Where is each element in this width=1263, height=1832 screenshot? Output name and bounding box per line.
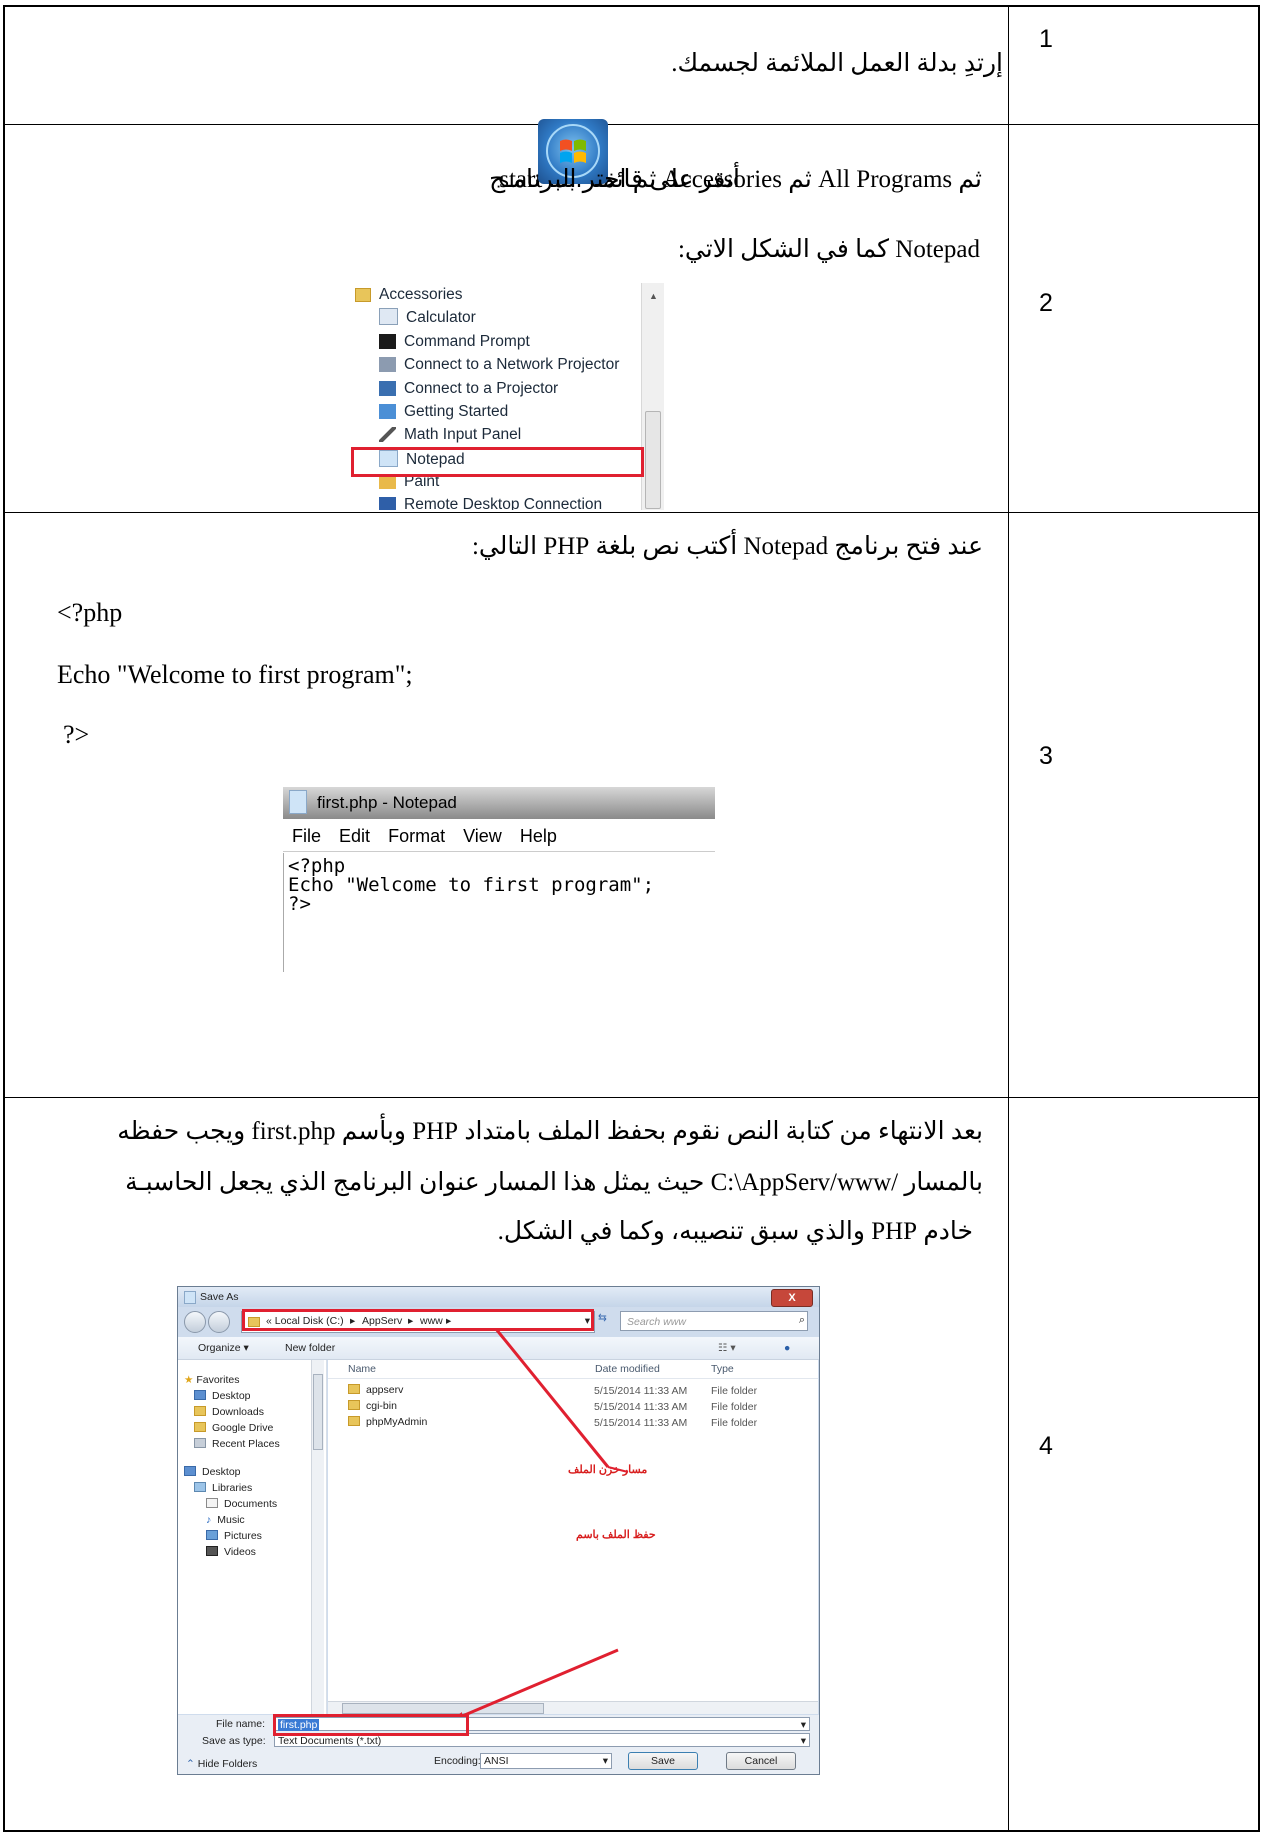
step-number-1: 1 (1039, 25, 1053, 53)
code-line-1: <?php (57, 598, 123, 627)
cancel-button[interactable]: Cancel (726, 1752, 796, 1770)
row-divider (5, 512, 1258, 513)
menu-edit[interactable]: Edit (339, 826, 370, 846)
notepad-editor[interactable]: <?php Echo "Welcome to first program"; ?… (283, 853, 715, 972)
notepad-window: first.php - Notepad File Edit Format Vie… (283, 787, 715, 972)
step-3-intro: عند فتح برنامج Notepad أكتب نص بلغة PHP … (471, 533, 983, 560)
menu-file[interactable]: File (292, 826, 321, 846)
row-divider (5, 124, 1258, 125)
scroll-thumb[interactable] (645, 411, 661, 509)
menu-help[interactable]: Help (520, 826, 557, 846)
annotation-arrows (448, 1328, 629, 1725)
step-number-3: 3 (1039, 742, 1053, 770)
scroll-up-icon: ▲ (649, 291, 658, 301)
menu-item-command-prompt[interactable]: Command Prompt (379, 331, 530, 353)
menu-format[interactable]: Format (388, 826, 445, 846)
menu-view[interactable]: View (463, 826, 502, 846)
code-line-3: ?> (63, 720, 90, 749)
arrow-to-path (494, 1328, 610, 1468)
filename-highlight-box (273, 1714, 469, 1736)
menu-item-accessories[interactable]: Accessories (355, 284, 463, 306)
step-number-2: 2 (1039, 289, 1053, 317)
save-as-dialog: Save As X « Local Disk (C:) ▸ AppServ ▸ … (177, 1286, 820, 1775)
step-number-4: 4 (1039, 1432, 1053, 1460)
remote-desktop-icon (379, 497, 396, 510)
notepad-icon (289, 790, 307, 814)
notepad-titlebar: first.php - Notepad (283, 787, 715, 819)
menu-item-calculator[interactable]: Calculator (379, 307, 476, 329)
console-icon (379, 334, 396, 349)
chevron-down-icon: ▾ (800, 1735, 806, 1747)
hide-folders-button[interactable]: ⌃ Hide Folders (186, 1758, 257, 1770)
pen-icon (379, 427, 396, 442)
projector-icon (379, 381, 396, 396)
arrow-to-path-tail (607, 1466, 629, 1473)
menu-item-math-input[interactable]: Math Input Panel (379, 424, 521, 446)
menu-scrollbar[interactable]: ▲ (641, 283, 664, 510)
step-4-line-2: بالمسار /C:\AppServ/www حيث يمثل هذا الم… (125, 1169, 983, 1196)
step-2-text-c: Notepad كما في الشكل الاتي: (677, 236, 980, 263)
calculator-icon (379, 308, 398, 325)
step-4-line-1: بعد الانتهاء من كتابة النص نقوم بحفظ الم… (117, 1118, 983, 1145)
step-2-text-b: ثم All Programs ثم Accessories ثم اختر ا… (489, 166, 982, 193)
chevron-down-icon: ▾ (602, 1755, 608, 1767)
getting-started-icon (379, 404, 396, 419)
folder-icon (355, 288, 371, 302)
save-type-label: Save as type: (202, 1735, 266, 1747)
encoding-select[interactable]: ANSI ▾ (480, 1753, 612, 1769)
menu-item-getting-started[interactable]: Getting Started (379, 401, 508, 423)
step-4-line-3: خادم PHP والذي سبق تنصيبه، وكما في الشكل… (497, 1218, 973, 1245)
chevron-up-icon: ⌃ (186, 1758, 195, 1770)
encoding-label: Encoding: (434, 1755, 481, 1767)
code-line-2: Echo "Welcome to first program"; (57, 660, 413, 689)
column-divider (1008, 7, 1009, 1830)
row-divider (5, 1097, 1258, 1098)
network-projector-icon (379, 357, 396, 372)
arrow-to-filename (452, 1648, 619, 1722)
file-name-label: File name: (216, 1718, 266, 1730)
menu-item-network-projector[interactable]: Connect to a Network Projector (379, 354, 619, 376)
notepad-menubar: File Edit Format View Help (283, 821, 715, 852)
chevron-down-icon: ▾ (800, 1719, 806, 1731)
step-1-text: إرتدِ بدلة العمل الملائمة لجسمك. (671, 50, 1003, 77)
notepad-highlight-box (351, 447, 644, 477)
menu-item-projector[interactable]: Connect to a Projector (379, 378, 558, 400)
menu-item-remote-desktop[interactable]: Remote Desktop Connection (379, 494, 602, 510)
save-button[interactable]: Save (628, 1752, 698, 1770)
